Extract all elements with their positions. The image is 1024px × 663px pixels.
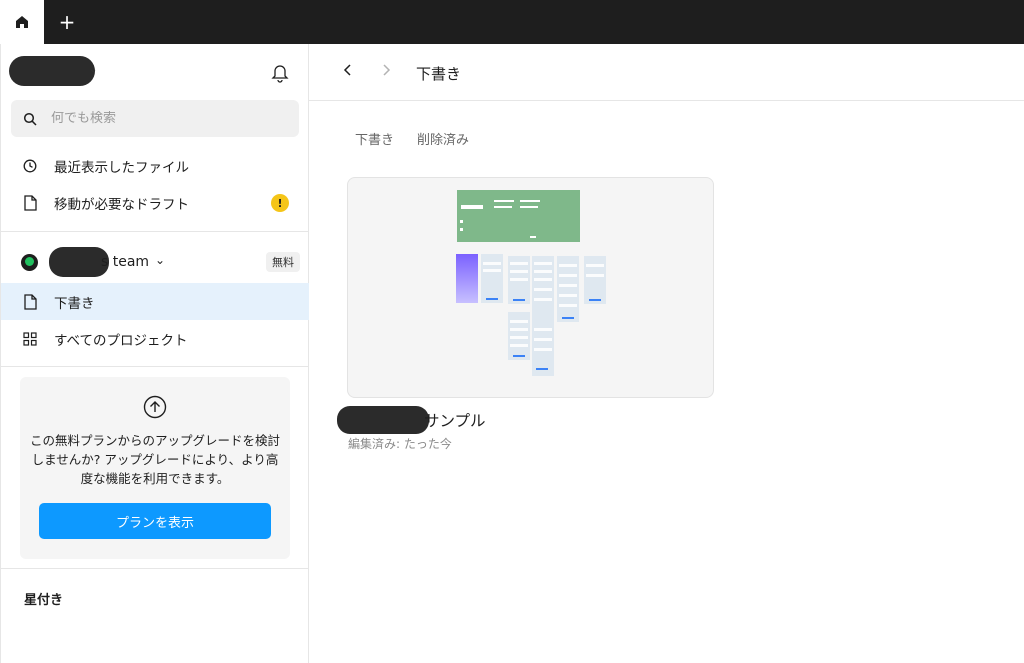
divider [1,231,309,232]
upgrade-panel: この無料プランからのアップグレードを検討しませんか? アップグレードにより、より… [20,377,290,559]
file-preview-image [456,190,606,376]
sidebar-item-label: すべてのプロジェクト [54,332,188,349]
forward-arrow-icon[interactable] [381,62,391,81]
file-name-redacted[interactable] [337,406,429,434]
home-icon [16,16,28,28]
sidebar-item-label: 最近表示したファイル [54,159,189,176]
search-box[interactable] [11,100,299,137]
chevron-down-icon[interactable]: ⌄ [89,64,97,75]
team-avatar [21,254,38,271]
file-icon [22,194,38,211]
tab-drafts[interactable]: 下書き [355,129,394,148]
clock-icon [22,158,38,174]
main-header: 下書き [309,44,1024,101]
back-arrow-icon[interactable] [343,62,353,81]
sidebar-item-drafts-to-move[interactable]: 移動が必要なドラフト [1,184,309,221]
sidebar-item-all-projects[interactable]: すべてのプロジェクト [1,320,309,357]
search-icon [23,112,37,126]
file-icon [22,293,38,310]
warning-badge: ! [271,194,289,212]
upgrade-text: この無料プランからのアップグレードを検討しませんか? アップグレードにより、より… [30,433,281,486]
sidebar: ⌄ 最近表示したファイル 移動が必要なドラフト ! s team ⌄ 無料 [0,44,309,663]
file-edited-time: 編集済み: たった今 [348,437,452,451]
search-input[interactable] [51,111,271,126]
starred-heading[interactable]: 星付き [24,589,63,608]
page-title: 下書き [416,65,462,83]
bell-icon[interactable] [271,63,289,87]
sidebar-item-label: 下書き [54,295,95,312]
arrow-up-circle-icon [143,395,167,423]
chevron-down-icon[interactable]: ⌄ [155,253,165,267]
sidebar-item-label: 移動が必要なドラフト [54,196,189,213]
tab-deleted[interactable]: 削除済み [417,129,469,148]
home-tab[interactable] [0,0,44,44]
sidebar-item-recent[interactable]: 最近表示したファイル [1,147,309,184]
file-name[interactable]: サンプル [424,409,486,431]
team-name-redacted[interactable] [49,247,109,277]
divider [1,568,309,569]
view-plans-button[interactable]: プランを表示 [39,503,271,539]
file-thumbnail[interactable] [347,177,714,398]
divider [1,366,309,367]
grid-icon [22,331,38,347]
top-bar: + [0,0,1024,44]
team-name[interactable]: s team [101,254,149,270]
user-name-redacted[interactable] [9,56,95,86]
new-tab-button[interactable]: + [52,0,82,44]
plan-badge: 無料 [266,252,300,272]
sidebar-item-drafts[interactable]: 下書き [1,283,309,320]
